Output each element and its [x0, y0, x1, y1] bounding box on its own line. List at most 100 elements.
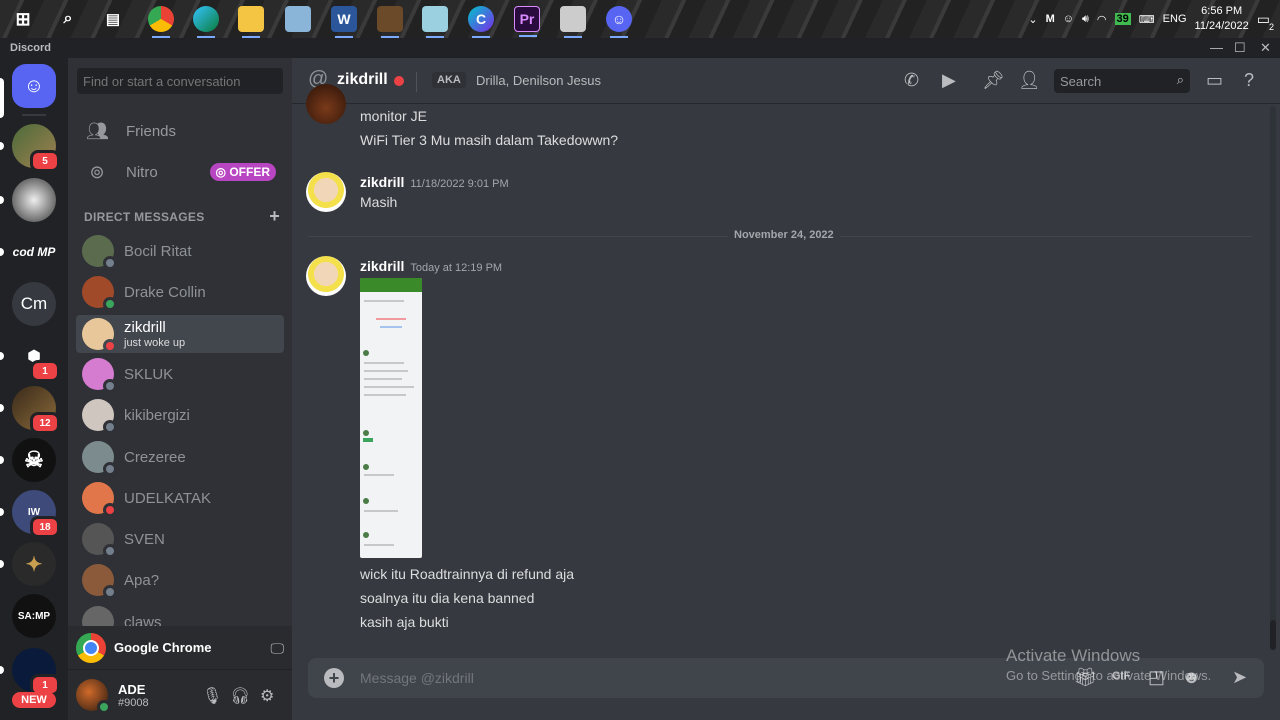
close-icon[interactable]: ✕ [1260, 40, 1271, 56]
dm-text: SVEN [124, 531, 165, 548]
server-icon[interactable]: ⬢ 1 [12, 334, 60, 382]
server-icon[interactable]: 12 [12, 386, 60, 434]
dm-text: Crezeree [124, 449, 186, 466]
discord-taskbar-icon[interactable]: ☺ [606, 6, 632, 38]
date-separator-label: November 24, 2022 [728, 229, 840, 241]
mention-badge: 12 [30, 412, 60, 434]
server-icon[interactable] [12, 178, 56, 222]
wifi-icon[interactable]: ◠ [1097, 13, 1107, 26]
find-conversation-input[interactable] [77, 68, 283, 94]
chat-search-placeholder: Search [1060, 74, 1102, 89]
video-call-icon[interactable]: ▶ [942, 70, 956, 91]
server-icon[interactable]: ✦ [12, 542, 56, 586]
image-attachment[interactable] [360, 278, 422, 558]
inbox-icon[interactable]: ▭ [1206, 70, 1223, 91]
dm-item[interactable]: zikdrill just woke up [76, 315, 284, 353]
edge-taskbar-icon[interactable] [193, 6, 219, 38]
new-badge[interactable]: NEW [12, 692, 56, 708]
rail-divider [22, 114, 46, 116]
settings-gear-icon[interactable]: ⚙ [260, 686, 274, 706]
dm-name: Drake Collin [124, 283, 206, 301]
canva-icon[interactable]: C [468, 6, 494, 38]
dm-text: Apa? [124, 572, 159, 589]
dm-item[interactable]: SKLUK [76, 355, 284, 393]
message-author[interactable]: zikdrill Today at 12:19 PM [360, 258, 502, 274]
server-icon[interactable]: IW 18 [12, 490, 60, 538]
minimize-icon[interactable]: — [1210, 40, 1223, 55]
language-indicator[interactable]: ENG [1163, 13, 1187, 25]
dm-text: zikdrill just woke up [124, 319, 185, 349]
pin-icon[interactable]: 📌︎ [982, 70, 1005, 91]
dm-item[interactable]: Drake Collin [76, 273, 284, 311]
premiere-icon[interactable]: Pr [514, 6, 540, 37]
chat-search-input[interactable]: Search ⌕ [1054, 69, 1190, 93]
user-avatar[interactable] [76, 679, 111, 714]
message-avatar[interactable] [306, 172, 346, 212]
unread-indicator [0, 404, 4, 412]
word-icon[interactable]: W [331, 6, 357, 38]
dm-item[interactable]: Bocil Ritat [76, 232, 284, 270]
nitro-nav[interactable]: ⊚ Nitro ◎ OFFER [76, 153, 284, 191]
dm-item[interactable]: Apa? [76, 561, 284, 599]
server-icon[interactable]: 5 [12, 124, 60, 172]
photos-icon[interactable] [285, 6, 311, 32]
game-icon[interactable] [377, 6, 403, 38]
dm-name: zikdrill [124, 319, 166, 336]
friends-nav[interactable]: 👥︎ Friends [76, 112, 284, 150]
create-dm-icon[interactable]: + [269, 206, 280, 227]
help-icon[interactable]: ? [1244, 70, 1254, 91]
attachment-line [364, 362, 404, 364]
server-icon[interactable]: SA:MP [12, 594, 56, 638]
attachment-avatar [363, 532, 369, 538]
notification-icon[interactable]: ▭ 2 [1257, 11, 1274, 32]
headphones-icon[interactable]: 🎧︎ [230, 686, 250, 706]
message-avatar[interactable] [306, 84, 346, 124]
chevron-up-icon[interactable]: ⌄ [1028, 13, 1037, 26]
scrollbar-thumb[interactable] [1270, 620, 1276, 650]
chat-scrollbar[interactable] [1270, 106, 1276, 650]
offer-label: OFFER [229, 165, 270, 179]
maximize-icon[interactable]: ☐ [1234, 40, 1246, 56]
message-text: wick itu Roadtrainnya di refund aja [360, 566, 575, 582]
file-explorer-icon[interactable] [238, 6, 264, 38]
add-attachment-button[interactable]: + [324, 668, 344, 688]
home-button[interactable]: ☺ [12, 64, 56, 108]
voice-call-icon[interactable]: ✆ [904, 70, 919, 91]
gmail-tray-icon[interactable]: M [1046, 13, 1055, 25]
discord-tray-icon[interactable]: ☺ [1063, 13, 1074, 25]
message-avatar[interactable] [306, 256, 346, 296]
dm-name: Apa? [124, 571, 160, 589]
tool-icon[interactable] [422, 6, 448, 38]
dm-item[interactable]: Crezeree [76, 438, 284, 476]
send-icon[interactable]: ➤ [1232, 667, 1247, 688]
volume-icon[interactable]: 🔊︎ [1082, 13, 1089, 26]
task-view-icon[interactable]: ▤ [100, 6, 126, 32]
server-icon[interactable]: 1 [12, 648, 60, 696]
chrome-taskbar-icon[interactable] [148, 6, 174, 38]
screen-share-icon[interactable]: 🖵 [271, 640, 285, 657]
clock[interactable]: 6:56 PM 11/24/2022 [1195, 4, 1249, 34]
author-name: zikdrill [360, 258, 405, 274]
dm-avatar [82, 358, 117, 393]
keyboard-icon[interactable]: ⌨ [1139, 13, 1155, 26]
server-icon[interactable]: cod MP [12, 230, 56, 274]
mixer-icon[interactable] [560, 6, 586, 38]
status-indicator [103, 544, 117, 558]
dm-item[interactable]: kikibergizi [76, 396, 284, 434]
chat-header: @ zikdrill AKA Drilla, Denilson Jesus ✆ … [292, 58, 1280, 104]
dm-item[interactable]: SVEN [76, 520, 284, 558]
attachment-avatar [363, 498, 369, 504]
app-wordmark: Discord [10, 42, 51, 54]
status-indicator [103, 256, 117, 270]
dm-avatar [82, 564, 117, 599]
status-indicator [103, 420, 117, 434]
dm-item[interactable]: UDELKATAK [76, 479, 284, 517]
microphone-icon[interactable]: 🎙︎ [202, 686, 222, 706]
attachment-line [364, 474, 394, 476]
server-icon[interactable]: ☠ [12, 438, 56, 482]
add-friend-icon[interactable]: 👤︎ [1018, 70, 1041, 91]
message-author[interactable]: zikdrill 11/18/2022 9:01 PM [360, 174, 509, 190]
windows-start-icon[interactable]: ⊞ [10, 6, 36, 32]
server-icon[interactable]: Cm [12, 282, 56, 326]
search-icon[interactable]: ⌕ [55, 6, 81, 32]
